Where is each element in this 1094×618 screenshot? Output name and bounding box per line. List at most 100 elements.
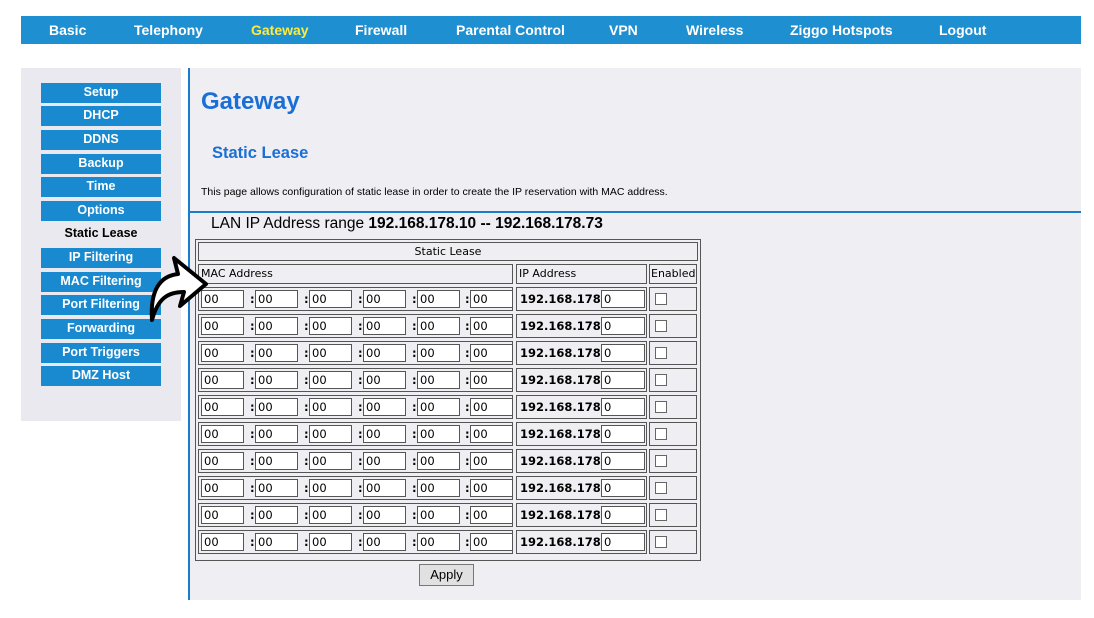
- nav-firewall[interactable]: Firewall: [355, 16, 407, 44]
- sidebar-item-static-lease[interactable]: Static Lease: [41, 224, 161, 244]
- sidebar-item-setup[interactable]: Setup: [41, 83, 161, 103]
- mac-octet-input[interactable]: 00: [201, 533, 244, 551]
- sidebar-item-ddns[interactable]: DDNS: [41, 130, 161, 150]
- mac-octet-input[interactable]: 00: [255, 398, 298, 416]
- mac-octet-input[interactable]: 00: [417, 479, 460, 497]
- enabled-checkbox[interactable]: [655, 293, 667, 305]
- mac-octet-input[interactable]: 00: [470, 317, 513, 335]
- enabled-checkbox[interactable]: [655, 347, 667, 359]
- mac-octet-input[interactable]: 00: [255, 344, 298, 362]
- mac-octet-input[interactable]: 00: [255, 317, 298, 335]
- sidebar-item-forwarding[interactable]: Forwarding: [41, 319, 161, 339]
- mac-octet-input[interactable]: 00: [417, 452, 460, 470]
- sidebar-item-ip-filtering[interactable]: IP Filtering: [41, 248, 161, 268]
- mac-octet-input[interactable]: 00: [470, 371, 513, 389]
- sidebar-item-dhcp[interactable]: DHCP: [41, 106, 161, 126]
- mac-octet-input[interactable]: 00: [417, 533, 460, 551]
- mac-octet-input[interactable]: 00: [363, 317, 406, 335]
- mac-octet-input[interactable]: 00: [363, 452, 406, 470]
- mac-octet-input[interactable]: 00: [363, 344, 406, 362]
- mac-octet-input[interactable]: 00: [255, 290, 298, 308]
- mac-octet-input[interactable]: 00: [363, 506, 406, 524]
- mac-octet-input[interactable]: 00: [417, 344, 460, 362]
- mac-octet-input[interactable]: 00: [255, 533, 298, 551]
- mac-octet-input[interactable]: 00: [201, 479, 244, 497]
- nav-parental-control[interactable]: Parental Control: [456, 16, 565, 44]
- mac-octet-input[interactable]: 00: [417, 371, 460, 389]
- mac-octet-input[interactable]: 00: [201, 425, 244, 443]
- ip-last-octet-input[interactable]: 0: [601, 398, 645, 416]
- nav-logout[interactable]: Logout: [939, 16, 986, 44]
- nav-basic[interactable]: Basic: [49, 16, 86, 44]
- nav-gateway[interactable]: Gateway: [251, 16, 309, 44]
- mac-octet-input[interactable]: 00: [309, 317, 352, 335]
- mac-octet-input[interactable]: 00: [309, 452, 352, 470]
- mac-octet-input[interactable]: 00: [470, 506, 513, 524]
- ip-last-octet-input[interactable]: 0: [601, 533, 645, 551]
- mac-octet-input[interactable]: 00: [309, 479, 352, 497]
- mac-octet-input[interactable]: 00: [470, 344, 513, 362]
- mac-octet-input[interactable]: 00: [201, 398, 244, 416]
- ip-last-octet-input[interactable]: 0: [601, 506, 645, 524]
- nav-telephony[interactable]: Telephony: [134, 16, 203, 44]
- mac-octet-input[interactable]: 00: [255, 506, 298, 524]
- ip-last-octet-input[interactable]: 0: [601, 452, 645, 470]
- mac-octet-input[interactable]: 00: [417, 290, 460, 308]
- enabled-checkbox[interactable]: [655, 320, 667, 332]
- mac-octet-input[interactable]: 00: [363, 290, 406, 308]
- enabled-checkbox[interactable]: [655, 482, 667, 494]
- nav-vpn[interactable]: VPN: [609, 16, 638, 44]
- mac-octet-input[interactable]: 00: [309, 371, 352, 389]
- sidebar-item-backup[interactable]: Backup: [41, 154, 161, 174]
- ip-last-octet-input[interactable]: 0: [601, 371, 645, 389]
- mac-octet-input[interactable]: 00: [363, 479, 406, 497]
- sidebar-item-port-triggers[interactable]: Port Triggers: [41, 343, 161, 363]
- mac-octet-input[interactable]: 00: [255, 425, 298, 443]
- mac-octet-input[interactable]: 00: [309, 398, 352, 416]
- mac-octet-input[interactable]: 00: [309, 290, 352, 308]
- mac-octet-input[interactable]: 00: [470, 533, 513, 551]
- mac-octet-input[interactable]: 00: [417, 317, 460, 335]
- ip-last-octet-input[interactable]: 0: [601, 479, 645, 497]
- nav-ziggo-hotspots[interactable]: Ziggo Hotspots: [790, 16, 893, 44]
- apply-button[interactable]: Apply: [419, 564, 474, 586]
- mac-octet-input[interactable]: 00: [201, 452, 244, 470]
- enabled-checkbox[interactable]: [655, 536, 667, 548]
- ip-last-octet-input[interactable]: 0: [601, 425, 645, 443]
- enabled-checkbox[interactable]: [655, 509, 667, 521]
- mac-octet-input[interactable]: 00: [363, 398, 406, 416]
- sidebar-item-port-filtering[interactable]: Port Filtering: [41, 295, 161, 315]
- mac-octet-input[interactable]: 00: [470, 290, 513, 308]
- mac-octet-input[interactable]: 00: [470, 479, 513, 497]
- mac-octet-input[interactable]: 00: [470, 398, 513, 416]
- sidebar-item-options[interactable]: Options: [41, 201, 161, 221]
- mac-octet-input[interactable]: 00: [255, 452, 298, 470]
- sidebar-item-dmz-host[interactable]: DMZ Host: [41, 366, 161, 386]
- sidebar-item-time[interactable]: Time: [41, 177, 161, 197]
- mac-octet-input[interactable]: 00: [470, 425, 513, 443]
- mac-octet-input[interactable]: 00: [255, 371, 298, 389]
- mac-octet-input[interactable]: 00: [201, 371, 244, 389]
- mac-octet-input[interactable]: 00: [363, 533, 406, 551]
- mac-octet-input[interactable]: 00: [255, 479, 298, 497]
- mac-octet-input[interactable]: 00: [309, 425, 352, 443]
- mac-octet-input[interactable]: 00: [309, 506, 352, 524]
- ip-last-octet-input[interactable]: 0: [601, 344, 645, 362]
- mac-octet-input[interactable]: 00: [363, 371, 406, 389]
- mac-octet-input[interactable]: 00: [309, 344, 352, 362]
- mac-octet-input[interactable]: 00: [470, 452, 513, 470]
- enabled-checkbox[interactable]: [655, 374, 667, 386]
- mac-octet-input[interactable]: 00: [309, 533, 352, 551]
- sidebar-item-mac-filtering[interactable]: MAC Filtering: [41, 272, 161, 292]
- enabled-checkbox[interactable]: [655, 455, 667, 467]
- mac-octet-input[interactable]: 00: [417, 506, 460, 524]
- mac-octet-input[interactable]: 00: [363, 425, 406, 443]
- mac-octet-input[interactable]: 00: [201, 344, 244, 362]
- enabled-checkbox[interactable]: [655, 428, 667, 440]
- ip-last-octet-input[interactable]: 0: [601, 290, 645, 308]
- mac-octet-input[interactable]: 00: [417, 398, 460, 416]
- enabled-checkbox[interactable]: [655, 401, 667, 413]
- mac-octet-input[interactable]: 00: [201, 506, 244, 524]
- ip-last-octet-input[interactable]: 0: [601, 317, 645, 335]
- nav-wireless[interactable]: Wireless: [686, 16, 743, 44]
